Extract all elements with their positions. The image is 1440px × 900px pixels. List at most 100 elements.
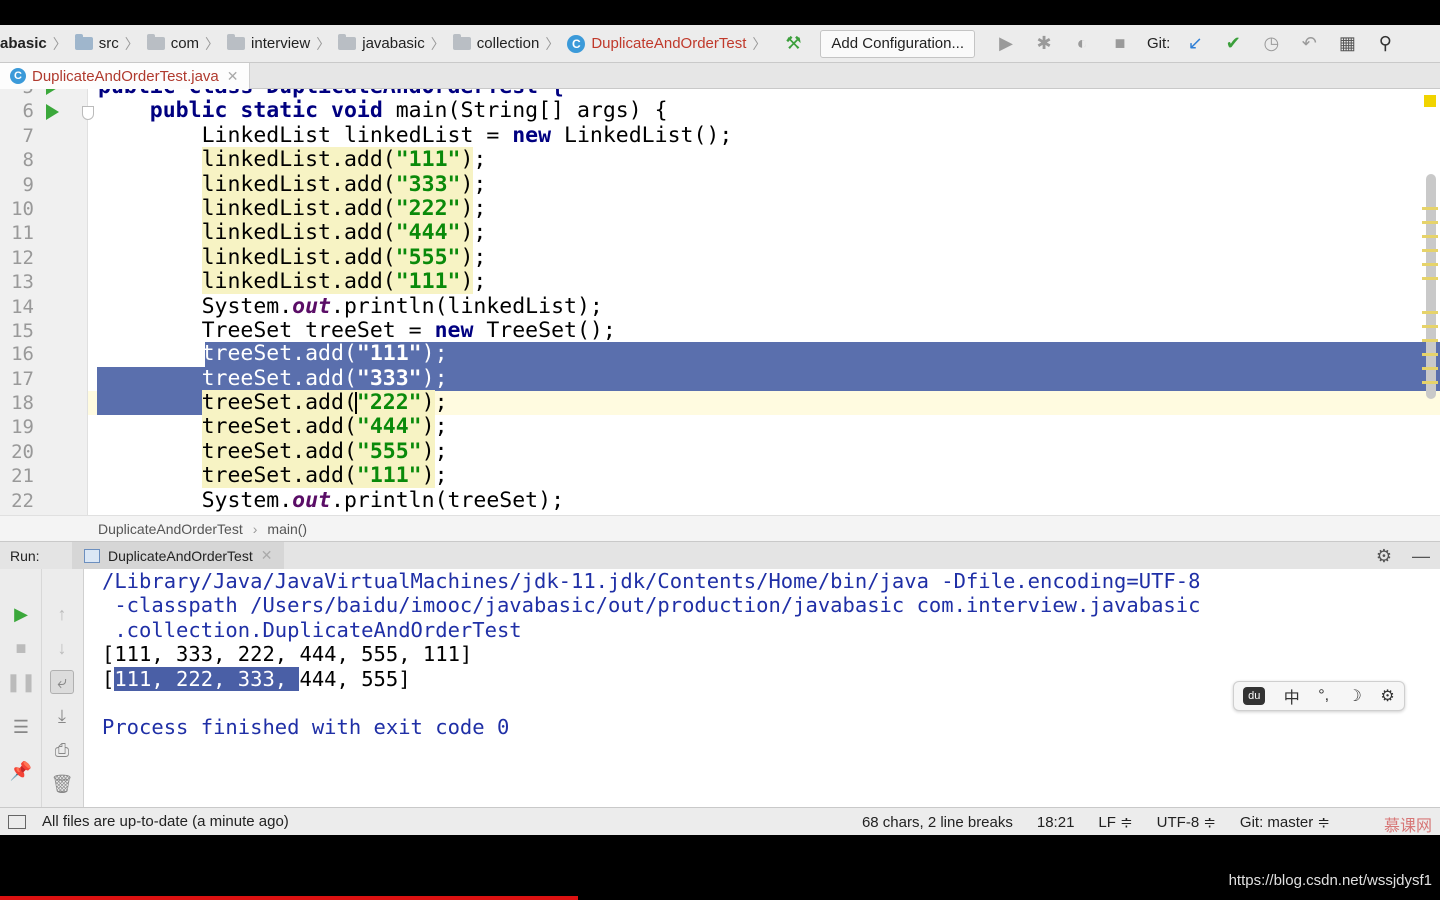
coverage-icon[interactable]: ◐ (1063, 25, 1101, 63)
caret-position[interactable]: 18:21 (1037, 814, 1075, 831)
git-commit-icon[interactable]: ✔ (1214, 25, 1252, 63)
run-tool-window-header: Run: DuplicateAndOrderTest ✕ ⚙ — (0, 541, 1440, 570)
git-history-icon[interactable]: ◷ (1252, 25, 1290, 63)
close-icon[interactable]: ✕ (261, 547, 273, 564)
trash-icon[interactable]: 🗑 (50, 772, 74, 796)
analysis-status-icon[interactable] (1424, 95, 1436, 107)
ime-punctuation-toggle[interactable]: °, (1318, 687, 1329, 705)
git-rollback-icon[interactable]: ↶ (1290, 25, 1328, 63)
breadcrumb-project[interactable]: abasic 〉 (0, 25, 75, 63)
debug-icon[interactable]: ✱ (1025, 25, 1063, 63)
git-update-icon[interactable]: ↙ (1176, 25, 1214, 63)
close-tab-icon[interactable]: ✕ (227, 68, 239, 85)
git-branch[interactable]: Git: master ≑ (1240, 813, 1330, 831)
string-literal: "555" (395, 244, 461, 270)
run-label: Run: (10, 547, 40, 564)
console-selection: 111, 222, 333, (114, 666, 300, 691)
code-editor[interactable]: 5public class DuplicateAndOrderTest { 6 … (0, 89, 1440, 515)
exit-message: Process finished with exit code 0 (102, 715, 510, 740)
build-hammer-icon[interactable]: ⚒ (774, 25, 812, 63)
line-number: 10 (11, 198, 34, 220)
code-line: treeSet.add("555"); (201, 438, 448, 464)
editor-breadcrumb: DuplicateAndOrderTest › main() (0, 515, 1440, 541)
code-line: TreeSet treeSet = new TreeSet(); (201, 318, 616, 343)
scroll-marker (1422, 381, 1438, 384)
code-row: 21 treeSet.add("111"); (0, 463, 1440, 489)
tab-duplicate-and-order-test[interactable]: C DuplicateAndOrderTest.java ✕ (0, 63, 250, 89)
run-icon[interactable]: ▶ (987, 25, 1025, 63)
soft-wrap-icon[interactable]: ⤶ (50, 670, 74, 694)
navigation-bar: abasic 〉 src 〉 com 〉 interview 〉 javabasic 〉 … (0, 25, 1440, 63)
breadcrumb-com[interactable]: com 〉 (146, 25, 227, 63)
breadcrumb-src[interactable]: src 〉 (74, 25, 147, 63)
project-structure-icon[interactable]: ▦ (1328, 25, 1366, 63)
string-literal: "222" (395, 196, 461, 221)
ide-window: abasic 〉 src 〉 com 〉 interview 〉 javabasic 〉 … (0, 25, 1440, 835)
line-number: 19 (11, 416, 34, 439)
code-row: 17 treeSet.add("333"); (0, 366, 1440, 391)
run-tab[interactable]: DuplicateAndOrderTest ✕ (72, 541, 285, 570)
ime-toolbar: du 中 °, ☽ ⚙ (1233, 681, 1405, 711)
code-row: 18 treeSet.add("222"); (0, 390, 1440, 415)
code-row: 12 linkedList.add("555"); (0, 244, 1440, 270)
pin-icon[interactable]: 📌 (9, 759, 33, 783)
pause-icon[interactable]: ❚❚ (6, 670, 36, 694)
down-arrow-icon[interactable]: ↓ (50, 636, 74, 660)
run-gutter-icon[interactable] (46, 103, 59, 120)
add-configuration-button[interactable]: Add Configuration... (820, 29, 975, 58)
line-number: 11 (11, 222, 34, 245)
code-line: linkedList.add("444"); (201, 220, 487, 246)
breadcrumb-javabasic[interactable]: javabasic 〉 (338, 25, 453, 63)
run-gutter-icon[interactable] (46, 89, 59, 95)
line-number: 9 (22, 173, 34, 196)
code-row: 9 linkedList.add("333"); (0, 171, 1440, 197)
scroll-marker (1422, 325, 1438, 328)
code-line: System.out.println(linkedList); (201, 293, 603, 319)
scroll-to-end-icon[interactable]: ⤓ (50, 704, 74, 728)
breadcrumb-class[interactable]: DuplicateAndOrderTest (98, 521, 243, 537)
line-number: 20 (11, 440, 34, 463)
code-line: public static void main(String[] args) { (149, 98, 668, 124)
selection-info: 68 chars, 2 line breaks (861, 813, 1013, 831)
layout-icon[interactable]: ☰ (9, 715, 33, 739)
breadcrumb-interview[interactable]: interview 〉 (227, 25, 338, 63)
code-line: linkedList.add("333"); (201, 171, 487, 197)
code-row: 20 treeSet.add("555"); (0, 438, 1440, 464)
moon-icon[interactable]: ☽ (1348, 686, 1362, 706)
console-line: [111, 222, 333, 444, 555] (102, 666, 411, 691)
string-literal: "444" (356, 414, 422, 440)
print-icon[interactable]: ⎙ (50, 738, 74, 762)
ime-chinese-toggle[interactable]: 中 (1284, 684, 1300, 708)
code-line: treeSet.add("111"); (201, 341, 448, 367)
breadcrumb-collection[interactable]: collection 〉 (452, 25, 568, 63)
code-row: 10 linkedList.add("222"); (0, 196, 1440, 221)
line-number: 8 (22, 149, 34, 172)
gear-icon[interactable]: ⚙ (1380, 686, 1394, 706)
minimize-icon[interactable]: — (1412, 546, 1430, 567)
code-row: 11 linkedList.add("444"); (0, 220, 1440, 246)
package-icon (146, 34, 165, 50)
settings-gear-icon[interactable]: ⚙ (1376, 546, 1392, 567)
search-icon[interactable]: ⚲ (1366, 25, 1404, 63)
line-separator[interactable]: LF ≑ (1098, 813, 1132, 831)
breadcrumb-class[interactable]: C DuplicateAndOrderTest 〉 (567, 25, 774, 63)
watermark-logo: 慕课网 (1383, 818, 1432, 835)
fold-icon[interactable] (82, 106, 94, 120)
up-arrow-icon[interactable]: ↑ (50, 602, 74, 626)
code-row: 16 treeSet.add("111"); (0, 342, 1440, 366)
console-line: -classpath /Users/baidu/imooc/javabasic/… (102, 593, 1201, 618)
line-number: 21 (11, 465, 34, 488)
scroll-marker (1422, 277, 1438, 280)
status-message: All files are up-to-date (a minute ago) (42, 813, 289, 830)
console-line: [111, 333, 222, 444, 555, 111] (102, 642, 473, 667)
file-encoding[interactable]: UTF-8 ≑ (1157, 813, 1216, 831)
class-icon: C (10, 68, 26, 84)
rerun-icon[interactable]: ▶ (9, 602, 33, 626)
code-line: linkedList.add("111"); (201, 147, 487, 173)
stop-icon[interactable]: ■ (1101, 25, 1139, 63)
ime-logo-icon[interactable]: du (1243, 687, 1266, 705)
stop-icon[interactable]: ■ (9, 636, 33, 660)
breadcrumb-method[interactable]: main() (267, 521, 307, 537)
code-row: 19 treeSet.add("444"); (0, 414, 1440, 440)
tool-windows-icon[interactable] (8, 814, 26, 829)
